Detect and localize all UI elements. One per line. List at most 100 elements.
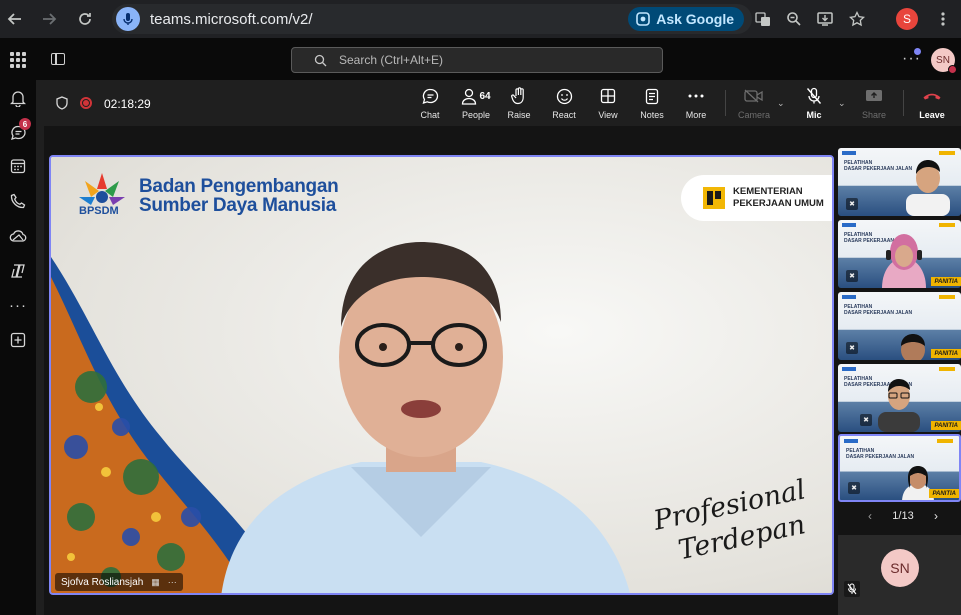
forward-button[interactable]	[34, 4, 64, 34]
reload-button[interactable]	[70, 4, 100, 34]
main-speaker-video[interactable]: BPSDM Badan Pengembangan Sumber Daya Man…	[49, 155, 834, 595]
slide-logo	[939, 367, 955, 371]
search-input[interactable]: Search (Ctrl+Alt+E)	[291, 47, 663, 73]
muted-mic-icon: ✖	[846, 342, 858, 354]
meeting-security-shield-icon[interactable]	[56, 96, 68, 115]
participant-tile[interactable]: PELATIHAN DASAR PEKERJAAN JALAN ✖ PANITIA	[838, 220, 961, 288]
calls-phone-icon[interactable]	[6, 189, 30, 213]
self-mic-muted-icon	[844, 581, 860, 597]
toolbar-divider	[903, 90, 904, 116]
slide-logo	[842, 223, 856, 227]
screen-share-small-icon: ▦	[151, 576, 160, 587]
page-indicator: 1/13	[892, 510, 914, 522]
more-button[interactable]: More	[671, 86, 721, 122]
browser-profile-avatar[interactable]: S	[896, 8, 918, 30]
next-page-button[interactable]: ›	[934, 509, 938, 523]
leave-label: Leave	[919, 110, 945, 120]
participant-tile[interactable]: PELATIHAN DASAR PEKERJAAN JALAN ✖ PANITIA	[838, 364, 961, 432]
install-app-icon[interactable]	[810, 4, 840, 34]
bpsdm-abbrev: BPSDM	[79, 205, 119, 217]
emoji-smile-icon	[556, 88, 572, 104]
participant-tile[interactable]: PELATIHAN DASAR PEKERJAAN JALAN ✖ PANITIA	[838, 434, 961, 502]
more-dots-icon	[688, 94, 704, 98]
participant-tile[interactable]: PELATIHAN DASAR PEKERJAAN JALAN ✖ PANITIA	[838, 292, 961, 360]
ministry-name: KEMENTERIAN PEKERJAAN UMUM	[733, 186, 824, 210]
share-screen-icon	[866, 89, 882, 101]
chat-label: Chat	[420, 110, 440, 120]
more-apps-icon[interactable]: ···	[6, 293, 30, 317]
organization-title: Badan Pengembangan Sumber Daya Manusia	[139, 177, 339, 216]
ministry-name-line1: KEMENTERIAN	[733, 186, 803, 197]
voice-search-icon[interactable]	[116, 7, 140, 31]
chat-button[interactable]: Chat	[405, 86, 455, 122]
panitia-tag: PANITIA	[929, 489, 959, 498]
notification-dot	[914, 48, 921, 55]
mic-options-chevron-icon[interactable]: ⌄	[838, 98, 846, 109]
ask-google-label: Ask Google	[656, 11, 734, 27]
participant-person	[882, 234, 926, 288]
raise-label: Raise	[507, 110, 531, 120]
speaker-more-icon[interactable]: ···	[168, 577, 177, 587]
organization-title-line2: Sumber Daya Manusia	[139, 195, 337, 216]
slide-logo	[937, 439, 953, 443]
chat-unread-badge: 6	[19, 118, 31, 130]
slide-title-line2: DASAR PEKERJAAN JALAN	[846, 454, 915, 460]
react-button[interactable]: React	[539, 86, 589, 122]
browser-menu-icon[interactable]	[928, 4, 958, 34]
panitia-tag: PANITIA	[931, 349, 961, 358]
leave-button[interactable]: Leave	[907, 86, 957, 122]
profile-initial: S	[902, 12, 911, 26]
self-view-tile[interactable]: SN	[838, 535, 961, 615]
zoom-icon[interactable]	[779, 4, 809, 34]
bookmark-star-icon[interactable]	[842, 4, 872, 34]
muted-mic-icon: ✖	[848, 482, 860, 494]
grid-view-icon	[600, 88, 616, 104]
mic-button[interactable]: Mic	[789, 86, 839, 122]
participant-tile[interactable]: PELATIHAN DASAR PEKERJAAN JALAN ✖	[838, 148, 961, 216]
pupr-logo-icon	[703, 187, 725, 209]
onedrive-cloud-icon[interactable]	[6, 224, 30, 248]
calendar-icon[interactable]	[6, 154, 30, 178]
activity-bell-icon[interactable]	[6, 86, 30, 110]
slide-title-line2: DASAR PEKERJAAN JALAN	[844, 310, 913, 316]
hang-up-phone-icon	[923, 93, 941, 100]
self-initials: SN	[890, 560, 910, 576]
share-label: Share	[861, 110, 887, 120]
view-button[interactable]: View	[583, 86, 633, 122]
ministry-name-line2: PEKERJAAN UMUM	[733, 198, 824, 209]
arrow-right-icon	[43, 13, 57, 25]
toggle-panel-icon[interactable]	[51, 53, 65, 65]
address-bar[interactable]: teams.microsoft.com/v2/ Ask Google	[112, 4, 752, 34]
participant-person	[901, 334, 925, 360]
meeting-toolbar: 02:18:29 Chat 64 People Raise React View…	[44, 80, 961, 126]
muted-mic-icon: ✖	[846, 270, 858, 282]
self-avatar: SN	[881, 549, 919, 587]
arrow-left-icon	[7, 13, 21, 25]
speaker-name-tag: Sjofva Rosliansjah ▦ ···	[55, 573, 183, 591]
meeting-timer: 02:18:29	[104, 97, 151, 111]
camera-button[interactable]: Camera	[729, 86, 779, 122]
app-launcher-icon[interactable]	[10, 52, 26, 68]
raise-hand-icon	[511, 87, 524, 105]
back-button[interactable]	[0, 4, 30, 34]
search-icon	[314, 54, 327, 66]
camera-label: Camera	[737, 110, 770, 120]
add-apps-icon[interactable]	[6, 328, 30, 352]
camera-off-icon	[744, 89, 763, 103]
share-button[interactable]: Share	[849, 86, 899, 122]
toolbar-divider	[725, 90, 726, 116]
notes-label: Notes	[640, 110, 664, 120]
raise-hand-button[interactable]: Raise	[494, 86, 544, 122]
translate-icon[interactable]	[748, 4, 778, 34]
prev-page-button[interactable]: ‹	[868, 509, 872, 523]
url-text: teams.microsoft.com/v2/	[150, 10, 313, 28]
notes-button[interactable]: Notes	[627, 86, 677, 122]
browser-toolbar: teams.microsoft.com/v2/ Ask Google S	[0, 0, 961, 38]
ask-google-button[interactable]: Ask Google	[628, 7, 744, 31]
muted-mic-icon: ✖	[860, 414, 872, 426]
panitia-tag: PANITIA	[931, 421, 961, 430]
more-apps-label: ···	[9, 296, 27, 314]
copilot-icon[interactable]	[6, 259, 30, 283]
user-avatar[interactable]: SN	[931, 48, 957, 74]
camera-options-chevron-icon[interactable]: ⌄	[777, 98, 785, 109]
